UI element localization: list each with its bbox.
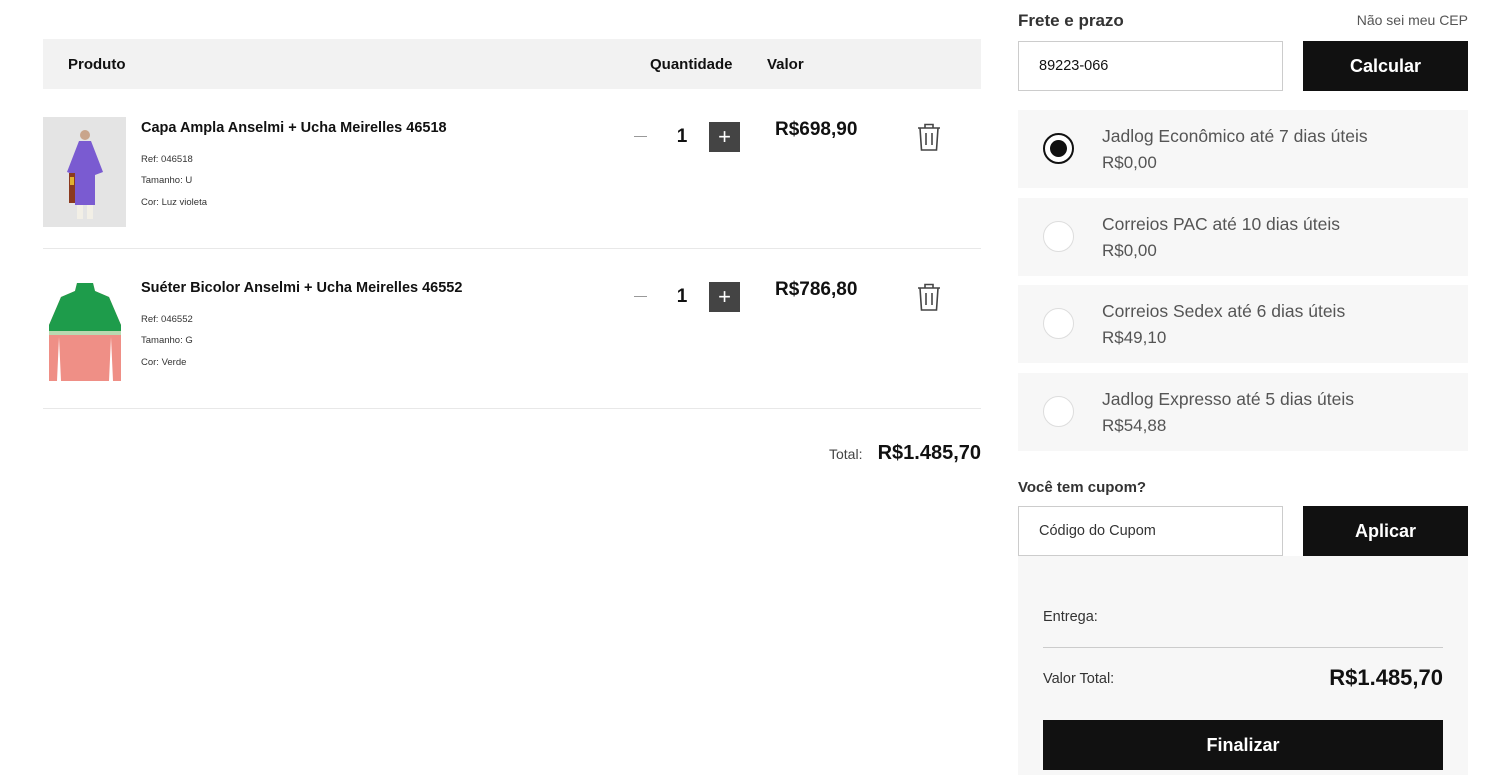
product-price: R$698,90 xyxy=(775,119,858,140)
shipping-option-price: R$0,00 xyxy=(1102,241,1157,260)
divider xyxy=(1043,647,1443,648)
product-name[interactable]: Capa Ampla Anselmi + Ucha Meirelles 4651… xyxy=(141,120,447,136)
radio-unselected[interactable] xyxy=(1043,221,1074,252)
product-ref: Ref: 046518 xyxy=(141,154,193,165)
trash-icon[interactable] xyxy=(915,281,943,313)
product-image[interactable] xyxy=(43,277,126,387)
shipping-option-name: Jadlog Econômico até 7 dias úteis xyxy=(1102,126,1368,146)
cart-item: Capa Ampla Anselmi + Ucha Meirelles 4651… xyxy=(43,89,981,249)
unknown-cep-link[interactable]: Não sei meu CEP xyxy=(1357,12,1468,28)
product-size: Tamanho: U xyxy=(141,175,193,186)
minus-icon[interactable] xyxy=(631,122,651,152)
shipping-option[interactable]: Correios PAC até 10 dias úteis R$0,00 xyxy=(1018,198,1468,276)
shipping-option[interactable]: Jadlog Expresso até 5 dias úteis R$54,88 xyxy=(1018,373,1468,451)
product-ref: Ref: 046552 xyxy=(141,314,193,325)
coupon-title: Você tem cupom? xyxy=(1018,479,1147,496)
finish-button[interactable]: Finalizar xyxy=(1043,720,1443,770)
shipping-option-price: R$54,88 xyxy=(1102,416,1167,435)
minus-icon[interactable] xyxy=(631,282,651,312)
plus-icon[interactable]: + xyxy=(709,122,740,152)
plus-icon[interactable]: + xyxy=(709,282,740,312)
product-color: Cor: Luz violeta xyxy=(141,197,208,208)
coupon-input[interactable] xyxy=(1018,506,1283,556)
product-name[interactable]: Suéter Bicolor Anselmi + Ucha Meirelles … xyxy=(141,280,462,296)
calculate-button[interactable]: Calcular xyxy=(1303,41,1468,91)
header-valor: Valor xyxy=(767,56,804,73)
product-color: Cor: Verde xyxy=(141,357,187,368)
header-produto: Produto xyxy=(68,56,126,73)
order-summary: Entrega: Valor Total: R$1.485,70 Finaliz… xyxy=(1018,556,1468,775)
cep-input[interactable] xyxy=(1018,41,1283,91)
total-label: Valor Total: xyxy=(1043,671,1115,687)
trash-icon[interactable] xyxy=(915,121,943,153)
cart-total-value: R$1.485,70 xyxy=(877,442,981,464)
shipping-title: Frete e prazo xyxy=(1018,11,1124,30)
radio-unselected[interactable] xyxy=(1043,396,1074,427)
cart-total-label: Total: xyxy=(829,446,863,462)
quantity-value: 1 xyxy=(676,126,688,147)
radio-selected[interactable] xyxy=(1043,133,1074,164)
shipping-option-name: Correios PAC até 10 dias úteis xyxy=(1102,214,1340,234)
delivery-label: Entrega: xyxy=(1043,609,1098,625)
product-price: R$786,80 xyxy=(775,279,858,300)
quantity-value: 1 xyxy=(676,286,688,307)
shipping-option-name: Jadlog Expresso até 5 dias úteis xyxy=(1102,389,1354,409)
cart-table-header: Produto Quantidade Valor xyxy=(43,39,981,89)
header-quantidade: Quantidade xyxy=(650,56,733,73)
shipping-option-price: R$0,00 xyxy=(1102,153,1157,172)
radio-unselected[interactable] xyxy=(1043,308,1074,339)
shipping-option-name: Correios Sedex até 6 dias úteis xyxy=(1102,301,1346,321)
shipping-option-price: R$49,10 xyxy=(1102,328,1167,347)
shipping-option[interactable]: Correios Sedex até 6 dias úteis R$49,10 xyxy=(1018,285,1468,363)
shipping-option[interactable]: Jadlog Econômico até 7 dias úteis R$0,00 xyxy=(1018,110,1468,188)
product-image[interactable] xyxy=(43,117,126,227)
total-value: R$1.485,70 xyxy=(1329,665,1443,690)
product-size: Tamanho: G xyxy=(141,335,193,346)
cart-item: Suéter Bicolor Anselmi + Ucha Meirelles … xyxy=(43,249,981,409)
apply-coupon-button[interactable]: Aplicar xyxy=(1303,506,1468,556)
